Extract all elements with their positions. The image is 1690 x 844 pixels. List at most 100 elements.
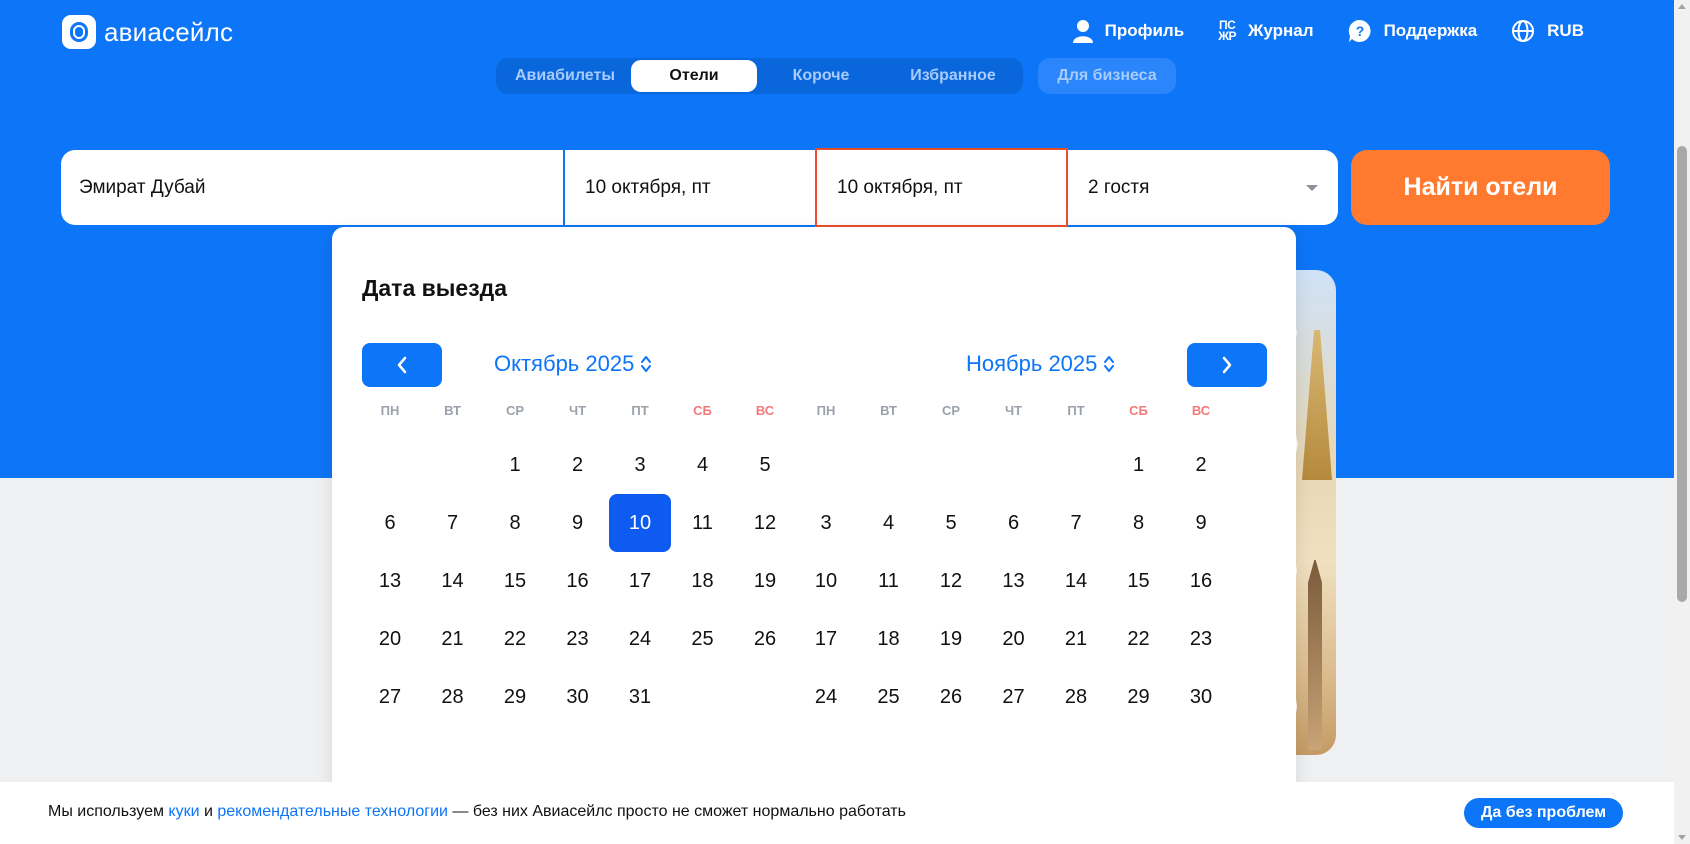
- calendar-day[interactable]: 13: [359, 552, 421, 610]
- checkout-date-field[interactable]: 10 октября, пт: [815, 148, 1068, 227]
- calendar-day[interactable]: 7: [1045, 494, 1107, 552]
- calendar-day[interactable]: 9: [547, 494, 609, 552]
- calendar-day[interactable]: 30: [547, 668, 609, 726]
- nav-journal[interactable]: ПС ЖР Журнал: [1218, 19, 1313, 42]
- calendar-day[interactable]: 24: [795, 668, 857, 726]
- month-selector-november[interactable]: Ноябрь 2025: [966, 351, 1115, 377]
- calendar-day[interactable]: 3: [795, 494, 857, 552]
- cookie-link[interactable]: куки: [168, 803, 199, 820]
- find-hotels-button[interactable]: Найти отели: [1351, 150, 1610, 225]
- weekday-label: ЧТ: [1004, 403, 1023, 418]
- calendar-day[interactable]: 1: [484, 436, 546, 494]
- tab-short[interactable]: Короче: [760, 60, 882, 92]
- calendar-day[interactable]: 15: [484, 552, 546, 610]
- scroll-thumb[interactable]: [1677, 146, 1687, 602]
- chevron-left-icon: [397, 356, 407, 374]
- calendar-day[interactable]: 31: [609, 668, 671, 726]
- calendar-day[interactable]: 26: [734, 610, 796, 668]
- calendar-day[interactable]: 10: [795, 552, 857, 610]
- calendar-day[interactable]: 24: [609, 610, 671, 668]
- calendar-day[interactable]: 19: [920, 610, 982, 668]
- calendar-day[interactable]: 2: [547, 436, 609, 494]
- weekday-label: ВС: [1191, 403, 1211, 418]
- prev-month-button[interactable]: [362, 343, 442, 387]
- calendar-day[interactable]: 12: [920, 552, 982, 610]
- calendar-day[interactable]: 20: [983, 610, 1045, 668]
- calendar-day[interactable]: 4: [672, 436, 734, 494]
- date-picker-title: Дата выезда: [362, 275, 508, 301]
- calendar-day[interactable]: 29: [1108, 668, 1170, 726]
- accept-cookies-button[interactable]: Да без проблем: [1464, 798, 1623, 828]
- calendar-day[interactable]: 16: [547, 552, 609, 610]
- calendar-day[interactable]: 9: [1170, 494, 1232, 552]
- calendar-day[interactable]: 29: [484, 668, 546, 726]
- tab-hotels[interactable]: Отели: [631, 60, 757, 92]
- calendar-day[interactable]: 22: [1108, 610, 1170, 668]
- weekday-label: ПН: [816, 403, 836, 418]
- nav-profile[interactable]: Профиль: [1072, 19, 1185, 43]
- weekday-label: СР: [505, 403, 525, 418]
- calendar-day[interactable]: 14: [1045, 552, 1107, 610]
- calendar-day[interactable]: 18: [672, 552, 734, 610]
- weekday-label: ПТ: [1067, 403, 1085, 418]
- calendar-day[interactable]: 30: [1170, 668, 1232, 726]
- calendar-day[interactable]: 13: [983, 552, 1045, 610]
- guests-selector[interactable]: 2 гостя: [1068, 150, 1338, 225]
- calendar-day[interactable]: 17: [609, 552, 671, 610]
- calendar-day[interactable]: 27: [983, 668, 1045, 726]
- calendar-day[interactable]: 6: [359, 494, 421, 552]
- calendar-day[interactable]: 19: [734, 552, 796, 610]
- calendar-day[interactable]: 11: [858, 552, 920, 610]
- calendar-day[interactable]: 16: [1170, 552, 1232, 610]
- calendar-day[interactable]: 25: [672, 610, 734, 668]
- checkin-date-field[interactable]: 10 октября, пт: [563, 150, 815, 225]
- guests-value: 2 гостя: [1088, 176, 1150, 198]
- calendar-day[interactable]: 21: [1045, 610, 1107, 668]
- calendar-day[interactable]: 26: [920, 668, 982, 726]
- calendar-day[interactable]: 14: [422, 552, 484, 610]
- cookie-message: Мы используем куки и рекомендательные те…: [48, 803, 906, 820]
- calendar-day[interactable]: 23: [547, 610, 609, 668]
- calendar-day[interactable]: 8: [1108, 494, 1170, 552]
- calendar-day[interactable]: 23: [1170, 610, 1232, 668]
- svg-text:?: ?: [1355, 23, 1364, 39]
- calendar-day[interactable]: 15: [1108, 552, 1170, 610]
- tab-favorites[interactable]: Избранное: [886, 60, 1020, 92]
- nav-profile-label: Профиль: [1104, 21, 1185, 40]
- calendar-day[interactable]: 12: [734, 494, 796, 552]
- next-month-button[interactable]: [1187, 343, 1267, 387]
- calendar-day[interactable]: 2: [1170, 436, 1232, 494]
- weekday-label: ЧТ: [568, 403, 587, 418]
- calendar-day[interactable]: 4: [858, 494, 920, 552]
- chevron-right-icon: [1222, 356, 1232, 374]
- calendar-day[interactable]: 7: [422, 494, 484, 552]
- calendar-day[interactable]: 20: [359, 610, 421, 668]
- calendar-day[interactable]: 28: [1045, 668, 1107, 726]
- calendar-day[interactable]: 27: [359, 668, 421, 726]
- calendar-day[interactable]: 5: [920, 494, 982, 552]
- scroll-down-arrow[interactable]: [1678, 835, 1686, 840]
- page-scrollbar[interactable]: [1674, 0, 1690, 844]
- calendar-day[interactable]: 11: [672, 494, 734, 552]
- calendar-day[interactable]: 17: [795, 610, 857, 668]
- tab-flights[interactable]: Авиабилеты: [500, 60, 630, 92]
- calendar-day[interactable]: 18: [858, 610, 920, 668]
- calendar-day[interactable]: 28: [422, 668, 484, 726]
- calendar-day[interactable]: 21: [422, 610, 484, 668]
- month-selector-october[interactable]: Октябрь 2025: [494, 351, 652, 377]
- calendar-day[interactable]: 22: [484, 610, 546, 668]
- tab-business[interactable]: Для бизнеса: [1038, 58, 1176, 94]
- calendar-day[interactable]: 5: [734, 436, 796, 494]
- calendar-day[interactable]: 25: [858, 668, 920, 726]
- nav-currency[interactable]: RUB: [1511, 19, 1584, 43]
- calendar-day[interactable]: 10: [609, 494, 671, 552]
- nav-support[interactable]: ? Поддержка: [1348, 19, 1477, 43]
- calendar-day[interactable]: 6: [983, 494, 1045, 552]
- scroll-up-arrow[interactable]: [1678, 4, 1686, 9]
- calendar-day[interactable]: 3: [609, 436, 671, 494]
- calendar-day[interactable]: 8: [484, 494, 546, 552]
- calendar-day[interactable]: 1: [1108, 436, 1170, 494]
- recommendation-tech-link[interactable]: рекомендательные технологии: [217, 803, 448, 820]
- logo[interactable]: авиасейлс: [62, 14, 233, 50]
- destination-input[interactable]: Эмират Дубай: [61, 150, 563, 225]
